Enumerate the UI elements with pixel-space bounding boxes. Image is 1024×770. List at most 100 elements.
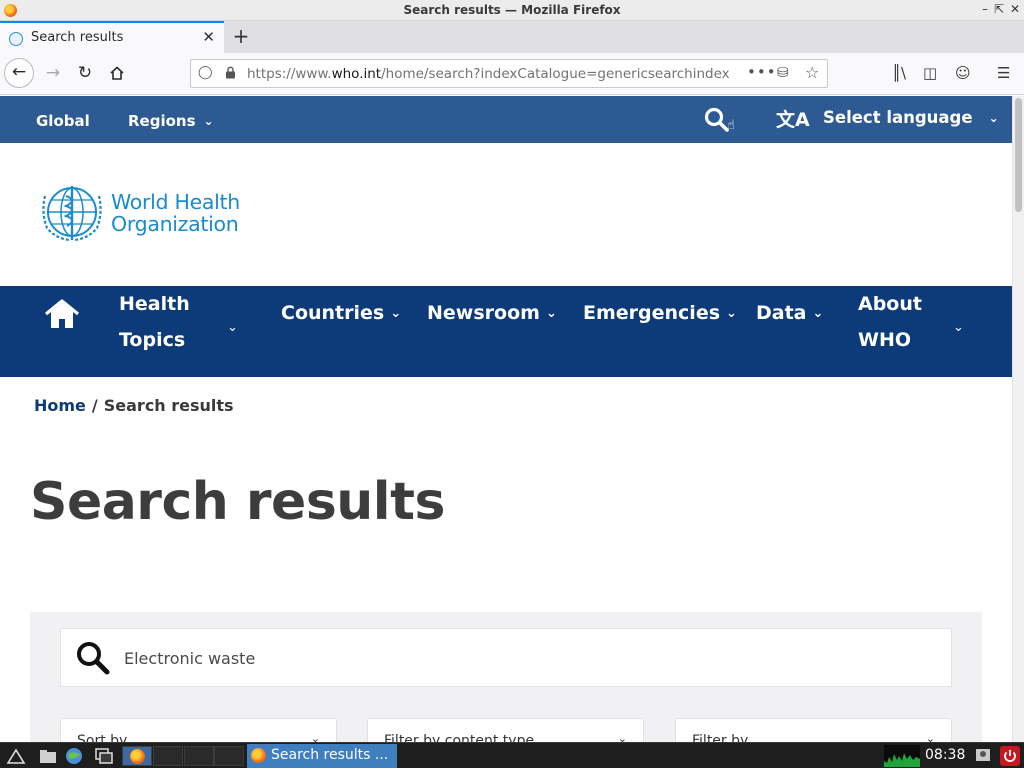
library-icon[interactable]: ║\ [892,64,906,82]
search-panel: Sort by ⌄ Filter by content type ⌄ Filte… [30,612,982,742]
sort-by-dropdown[interactable]: Sort by ⌄ [60,718,337,742]
chevron-down-icon: ⌄ [812,306,824,321]
sidebar-icon[interactable]: ◫ [923,64,937,82]
reload-button[interactable]: ↻ [70,58,100,88]
reload-icon: ↻ [77,63,93,83]
logo-area: World Health Organization [0,143,1012,286]
chevron-down-icon: ⌄ [988,111,999,125]
web-page: Global Regions ⌄ ☝ 文A Select language ⌄ Wo… [0,96,1012,742]
chevron-down-icon: ⌄ [726,306,737,321]
page-scrollbar[interactable] [1012,96,1024,742]
forward-arrow-icon: → [45,63,61,83]
nav-health-line1: Health [119,293,190,315]
cpu-monitor-graph [884,745,920,767]
maximize-icon[interactable]: ⇱ [992,2,1006,17]
sort-by-label: Sort by [77,733,128,742]
chevron-down-icon[interactable]: ⌄ [953,320,964,335]
workspace-3[interactable] [184,746,214,766]
mouse-cursor-icon: ☝ [727,118,735,133]
task-title: Search results ... [271,747,389,763]
forward-button[interactable]: → [38,58,68,88]
browser-tab-active[interactable]: Search results ✕ [0,21,224,53]
scrollbar-thumb[interactable] [1015,98,1022,212]
who-emblem-logo[interactable] [39,182,105,242]
file-manager-icon[interactable] [38,747,58,765]
chevron-down-icon: ⌄ [310,732,320,742]
navigation-toolbar: ← → ↻ ◯ https://www.who.int/home/search?… [0,53,1024,95]
window-title: Search results — Mozilla Firefox [403,3,621,17]
nav-health-topics[interactable]: Health Topics [119,286,190,358]
ellipsis-icon[interactable]: ••• [747,63,777,81]
who-wordmark[interactable]: World Health Organization [111,191,240,235]
search-icon[interactable] [76,641,110,675]
star-icon[interactable]: ☆ [805,63,819,82]
home-button[interactable] [102,58,132,88]
windows-icon[interactable] [94,747,114,765]
nav-data[interactable]: Data ⌄ [756,295,823,332]
select-language-menu[interactable]: Select language ⌄ [823,108,999,127]
url-text[interactable]: https://www.who.int/home/search?indexCat… [247,66,741,82]
home-icon [110,66,124,80]
nav-emergencies-label: Emergencies [583,302,721,324]
close-window-icon[interactable]: ✕ [1008,2,1022,17]
breadcrumb-separator: / [91,396,98,415]
nav-emergencies[interactable]: Emergencies ⌄ [583,295,737,332]
firefox-icon [251,748,266,763]
nav-newsroom[interactable]: Newsroom ⌄ [427,295,557,332]
breadcrumb-home-link[interactable]: Home [34,396,86,415]
shield-icon[interactable]: ◯ [198,65,213,80]
nav-countries[interactable]: Countries ⌄ [281,295,401,332]
user-icon[interactable] [975,747,991,763]
nav-health-line2: Topics [119,329,186,351]
translate-icon[interactable]: 文A [776,105,810,132]
chevron-down-icon[interactable]: ⌄ [227,320,238,335]
pocket-icon[interactable]: ⛁ [777,65,789,81]
content-type-filter-dropdown[interactable]: Filter by content type ⌄ [367,718,644,742]
chevron-down-icon: ⌄ [203,114,214,128]
page-title: Search results [30,472,445,532]
chevron-down-icon: ⌄ [617,732,627,742]
new-tab-button[interactable]: + [230,24,252,48]
workspace-4[interactable] [214,746,244,766]
window-titlebar: Search results — Mozilla Firefox – ⇱ ✕ [0,0,1024,21]
power-button[interactable] [1000,746,1020,766]
workspace-2[interactable] [153,746,183,766]
regions-menu[interactable]: Regions ⌄ [128,112,214,130]
nav-newsroom-label: Newsroom [427,302,540,324]
search-box[interactable] [60,628,952,687]
nav-data-label: Data [756,302,807,324]
nav-about-who[interactable]: About WHO [858,286,922,358]
minimize-icon[interactable]: – [978,2,992,17]
breadcrumb-current: Search results [103,396,234,415]
close-icon[interactable]: ✕ [202,28,215,46]
nav-about-line1: About [858,293,922,315]
who-favicon [9,32,23,46]
back-arrow-icon: ← [11,62,27,82]
account-icon[interactable]: ☺ [955,64,971,82]
workspace-1[interactable] [122,746,152,766]
logo-text-line1: World Health [111,190,240,214]
filter-label: Filter by [692,733,749,742]
nav-countries-label: Countries [281,302,385,324]
url-bar[interactable]: ◯ https://www.who.int/home/search?indexC… [190,59,828,88]
web-browser-icon[interactable] [64,747,84,765]
back-button[interactable]: ← [4,58,34,88]
desktop-taskbar: Search results ... 08:38 [0,742,1024,768]
tab-strip: Search results ✕ + [0,21,1024,53]
firefox-icon [130,749,145,764]
search-input[interactable] [124,646,924,670]
start-menu-icon[interactable] [6,747,26,765]
who-top-bar: Global Regions ⌄ ☝ 文A Select language ⌄ [0,96,1012,143]
filter-dropdown[interactable]: Filter by ⌄ [675,718,952,742]
breadcrumb: Home / Search results [34,396,234,415]
taskbar-firefox-task[interactable]: Search results ... [247,744,397,768]
global-link[interactable]: Global [36,112,90,130]
hamburger-menu-icon[interactable]: ☰ [997,64,1010,82]
plus-icon: + [232,24,250,48]
content-type-filter-label: Filter by content type [384,733,535,742]
chevron-down-icon: ⌄ [390,306,402,321]
clock[interactable]: 08:38 [925,747,965,763]
home-icon[interactable] [44,298,80,330]
regions-label: Regions [128,112,196,130]
lock-icon[interactable] [225,66,236,79]
